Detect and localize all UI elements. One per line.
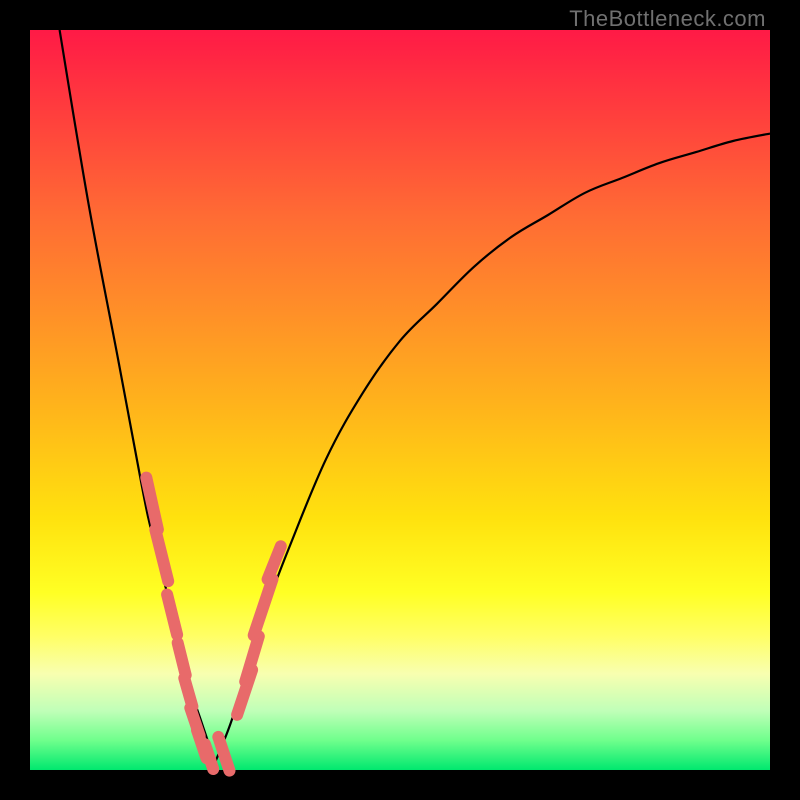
data-markers bbox=[146, 478, 280, 771]
data-marker bbox=[155, 530, 168, 582]
data-marker bbox=[167, 595, 177, 635]
curve-left bbox=[60, 30, 215, 763]
data-marker bbox=[245, 636, 259, 681]
data-marker bbox=[254, 579, 273, 635]
data-marker bbox=[178, 643, 186, 675]
chart-frame: TheBottleneck.com bbox=[0, 0, 800, 800]
data-marker bbox=[146, 478, 158, 530]
data-marker bbox=[218, 737, 229, 771]
curve-right bbox=[215, 134, 770, 763]
plot-area bbox=[30, 30, 770, 770]
watermark-text: TheBottleneck.com bbox=[569, 6, 766, 32]
chart-svg bbox=[30, 30, 770, 770]
data-marker bbox=[205, 744, 213, 769]
